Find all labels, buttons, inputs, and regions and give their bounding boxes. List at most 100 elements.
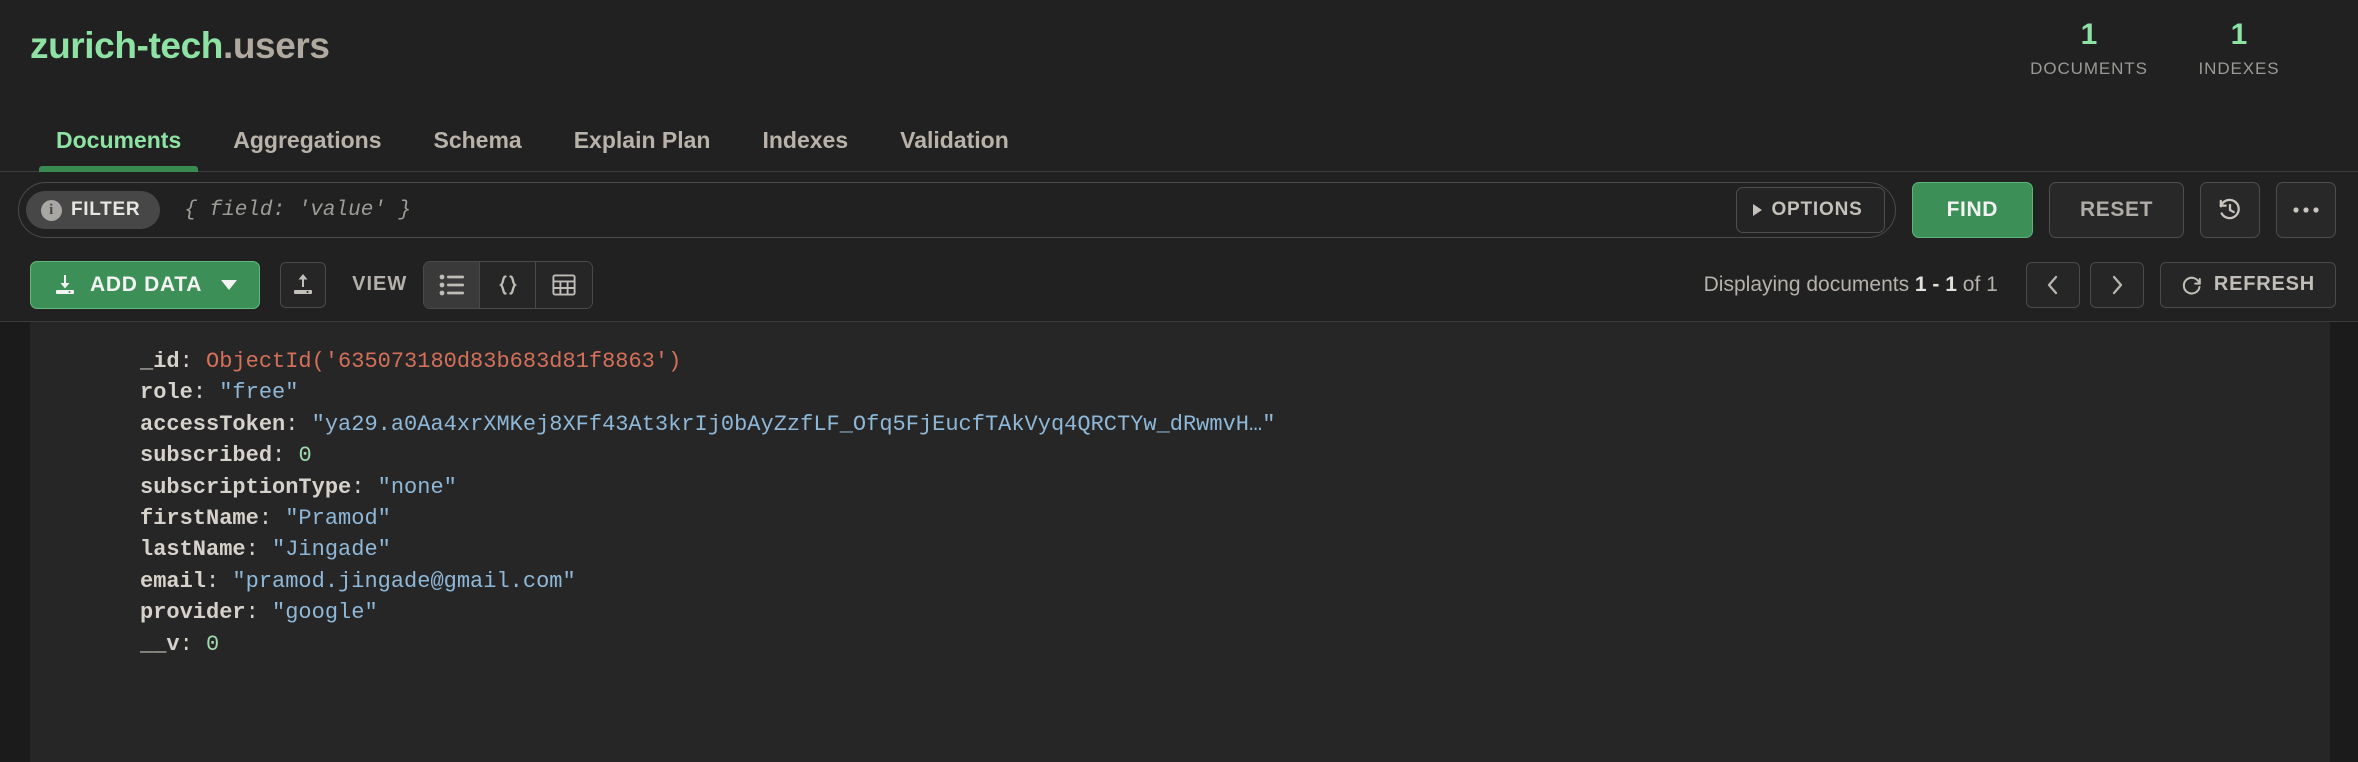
ellipsis-icon <box>2293 207 2319 213</box>
field-separator: : <box>285 411 312 437</box>
field-value: "ya29.a0Aa4xrXMKej8XFf43At3krIj0bAyZzfLF… <box>311 411 1276 437</box>
document-field[interactable]: subscriptionType: "none" <box>140 472 2330 503</box>
options-label: OPTIONS <box>1771 199 1863 220</box>
field-separator: : <box>245 537 273 563</box>
tab-explain-plan[interactable]: Explain Plan <box>548 110 737 171</box>
displaying-suffix: of 1 <box>1956 272 1998 296</box>
query-history-button[interactable] <box>2200 182 2260 238</box>
documents-label: DOCUMENTS <box>2030 58 2148 78</box>
left-gutter <box>0 322 30 762</box>
table-view-icon <box>552 273 576 296</box>
options-button[interactable]: OPTIONS <box>1736 187 1885 233</box>
field-separator: : <box>179 631 207 657</box>
filter-chip-label: FILTER <box>71 199 141 220</box>
filter-input[interactable] <box>160 198 1737 222</box>
document-field[interactable]: accessToken: "ya29.a0Aa4xrXMKej8XFf43At3… <box>140 409 2330 440</box>
field-key: _id <box>140 349 180 374</box>
document-field[interactable]: __v: 0 <box>140 629 2330 660</box>
document-field[interactable]: lastName: "Jingade" <box>140 534 2330 565</box>
document-field[interactable]: firstName: "Pramod" <box>140 503 2330 534</box>
json-view-button[interactable] <box>480 261 537 308</box>
field-value: "free" <box>219 380 299 406</box>
field-key: lastName <box>140 537 246 563</box>
field-value: "none" <box>377 474 457 500</box>
field-value: 0 <box>298 443 312 469</box>
document-field[interactable]: subscribed: 0 <box>140 440 2330 471</box>
tab-validation[interactable]: Validation <box>874 110 1035 171</box>
indexes-label: INDEXES <box>2198 58 2280 78</box>
database-name: zurich-tech <box>30 25 223 66</box>
indexes-count: 1 <box>2230 18 2248 51</box>
json-view-icon <box>498 274 517 295</box>
tab-indexes[interactable]: Indexes <box>736 110 874 171</box>
displaying-range: 1 - 1 <box>1914 272 1957 296</box>
field-separator: : <box>272 443 299 469</box>
list-view-icon <box>439 274 464 295</box>
tab-label: Schema <box>433 127 522 153</box>
tab-label: Indexes <box>762 127 849 153</box>
tab-aggregations[interactable]: Aggregations <box>207 110 407 171</box>
document-card[interactable]: _id: ObjectId('635073180d83b683d81f8863'… <box>30 322 2330 762</box>
field-separator: : <box>179 349 207 374</box>
add-data-label: ADD DATA <box>90 272 203 296</box>
previous-page-button[interactable] <box>2025 261 2080 308</box>
export-upload-icon <box>294 273 313 294</box>
field-key: subscribed <box>140 443 273 469</box>
field-value: "Pramod" <box>285 506 391 532</box>
field-separator: : <box>351 474 378 500</box>
find-button[interactable]: FIND <box>1911 182 2033 238</box>
document-field[interactable]: _id: ObjectId('635073180d83b683d81f8863'… <box>140 346 2330 377</box>
table-view-button[interactable] <box>536 261 593 308</box>
import-download-icon <box>56 274 74 294</box>
view-label: VIEW <box>352 273 408 295</box>
field-key: provider <box>140 600 246 626</box>
document-field[interactable]: provider: "google" <box>140 597 2330 628</box>
field-key: accessToken <box>140 411 286 437</box>
field-separator: : <box>206 568 233 594</box>
collection-stats: 1 DOCUMENTS 1 INDEXES <box>2014 14 2314 79</box>
add-data-button[interactable]: ADD DATA <box>30 260 261 309</box>
chevron-right-icon <box>2112 275 2122 294</box>
collection-tabs: Documents Aggregations Schema Explain Pl… <box>0 110 2358 172</box>
right-gutter <box>2330 322 2358 762</box>
field-key: subscriptionType <box>140 474 352 500</box>
field-key: firstName <box>140 506 259 532</box>
refresh-label: REFRESH <box>2213 273 2315 295</box>
tab-label: Validation <box>900 127 1009 153</box>
documents-list-area: _id: ObjectId('635073180d83b683d81f8863'… <box>0 322 2358 762</box>
field-separator: : <box>192 380 220 406</box>
document-field[interactable]: email: "pramod.jingade@gmail.com" <box>140 566 2330 597</box>
collection-header: zurich-tech.users 1 DOCUMENTS 1 INDEXES <box>0 0 2358 110</box>
list-view-button[interactable] <box>424 261 481 308</box>
more-options-button[interactable] <box>2276 182 2336 238</box>
filter-shell: i FILTER OPTIONS <box>18 182 1896 238</box>
reset-button[interactable]: RESET <box>2048 182 2184 238</box>
stat-documents: 1 DOCUMENTS <box>2014 18 2164 79</box>
documents-count: 1 <box>2080 18 2098 51</box>
info-icon: i <box>41 199 62 221</box>
reset-label: RESET <box>2079 198 2153 221</box>
query-bar: i FILTER OPTIONS FIND RESET <box>0 172 2358 248</box>
next-page-button[interactable] <box>2089 261 2144 308</box>
field-value: "google" <box>272 600 378 626</box>
chevron-right-icon <box>1753 204 1763 216</box>
field-value: "pramod.jingade@gmail.com" <box>232 568 576 594</box>
tab-label: Aggregations <box>233 127 382 153</box>
tab-label: Explain Plan <box>573 127 711 153</box>
field-separator: : <box>258 506 286 532</box>
document-field[interactable]: role: "free" <box>140 377 2330 408</box>
tab-schema[interactable]: Schema <box>407 110 547 171</box>
stat-indexes: 1 INDEXES <box>2164 18 2314 79</box>
history-icon <box>2219 198 2240 220</box>
chevron-down-icon <box>221 279 238 290</box>
tab-label: Documents <box>56 127 182 153</box>
field-separator: : <box>245 600 273 626</box>
field-value: ObjectId('635073180d83b683d81f8863') <box>206 349 682 374</box>
refresh-button[interactable]: REFRESH <box>2159 261 2336 308</box>
tab-documents[interactable]: Documents <box>30 110 207 172</box>
field-key: __v <box>140 631 180 657</box>
displaying-prefix: Displaying documents <box>1703 272 1915 296</box>
filter-chip[interactable]: i FILTER <box>26 191 161 229</box>
export-button[interactable] <box>280 261 327 308</box>
field-key: role <box>140 380 193 406</box>
